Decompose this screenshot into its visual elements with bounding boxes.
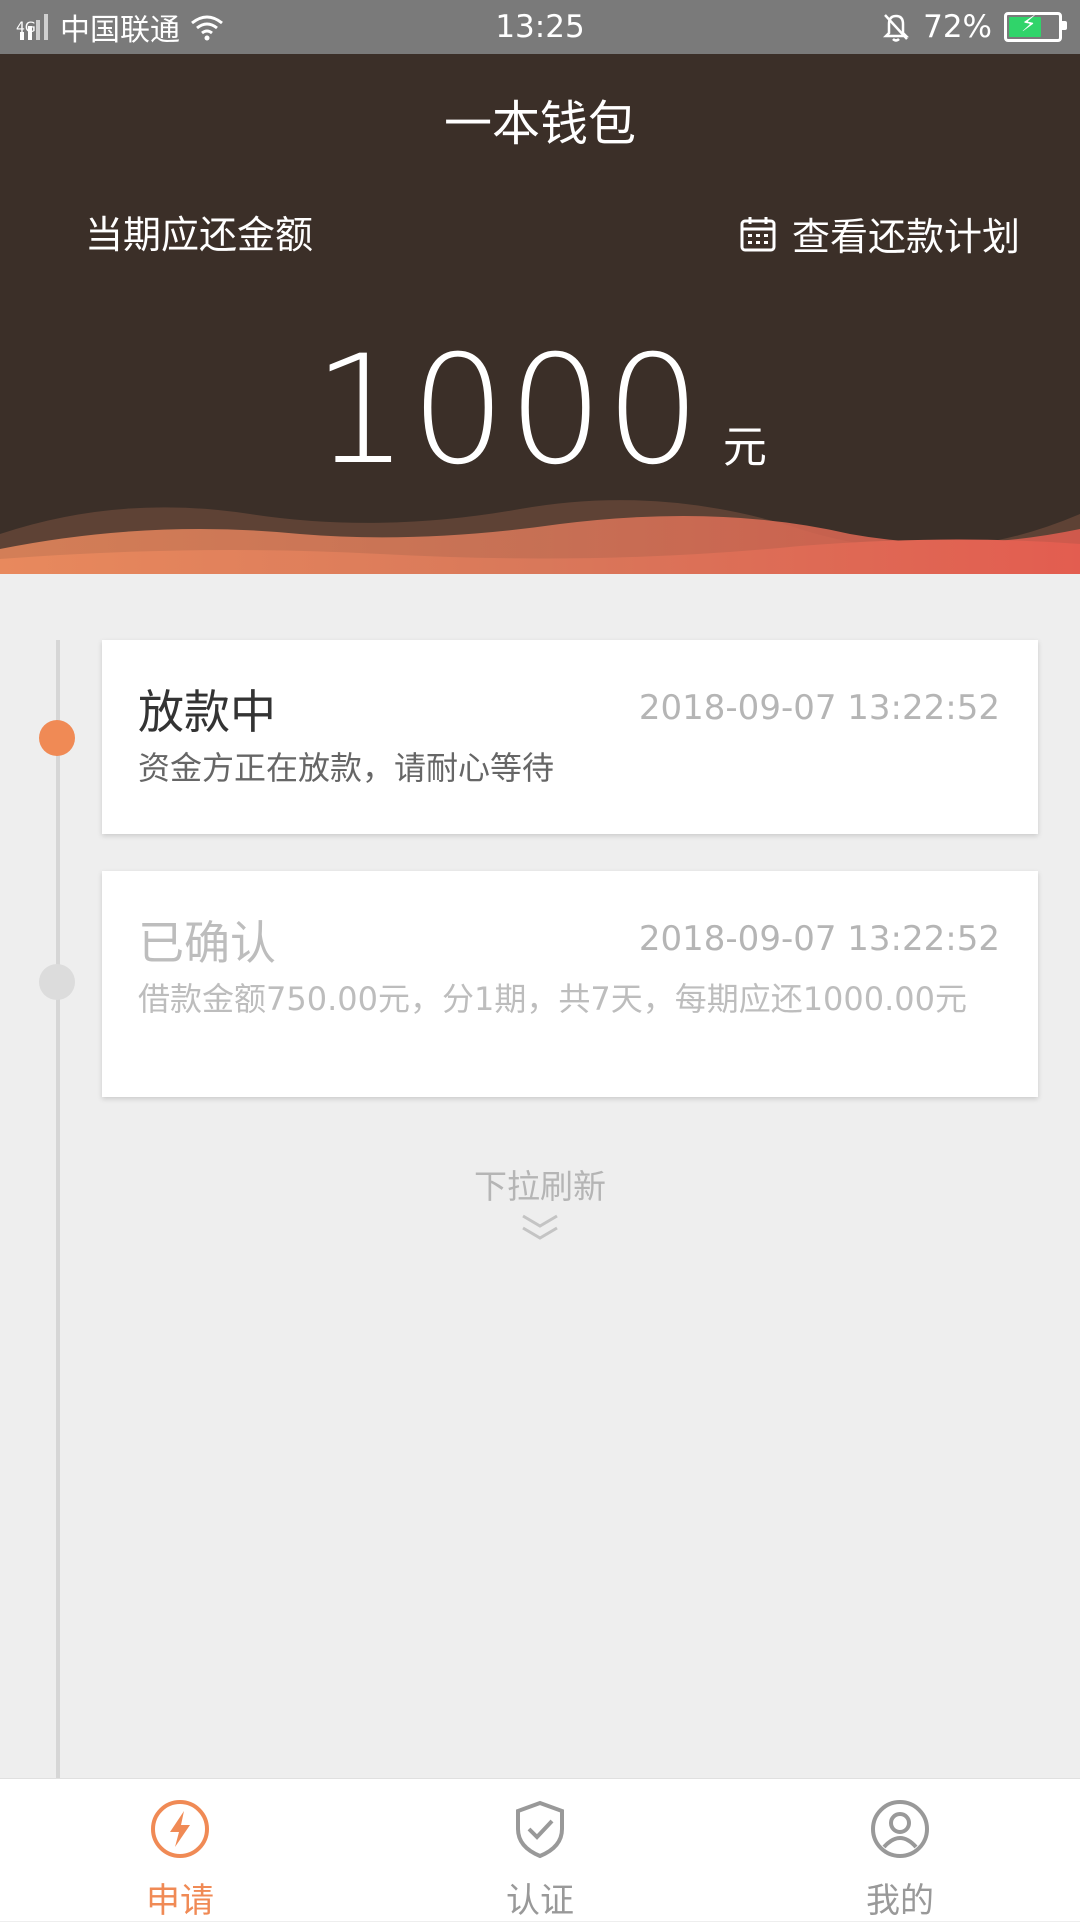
shield-check-icon <box>516 1800 564 1859</box>
status-time: 2018-09-07 13:22:52 <box>638 688 1000 728</box>
bottom-tab-bar: 申请 认证 我的 <box>0 1778 1080 1921</box>
battery-icon: ⚡ <box>1004 12 1067 42</box>
timeline-line <box>56 640 60 1780</box>
tab-apply[interactable]: 申请 <box>80 1779 280 1921</box>
page-title: 一本钱包 <box>443 96 636 152</box>
status-title: 已确认 <box>138 916 276 970</box>
header-wave-decoration <box>0 500 1080 574</box>
tab-mine[interactable]: 我的 <box>800 1779 1000 1921</box>
tab-verify[interactable]: 认证 <box>440 1779 640 1921</box>
repayment-header: 一本钱包 当期应还金额 查看还款计划 1000 元 <box>0 54 1080 574</box>
due-amount-label: 当期应还金额 <box>85 213 314 257</box>
double-chevron-down-icon <box>522 1214 558 1240</box>
status-title: 放款中 <box>138 685 276 739</box>
calendar-icon <box>740 216 776 251</box>
view-repayment-plan-link[interactable]: 查看还款计划 <box>738 206 1020 261</box>
user-icon <box>871 1800 929 1858</box>
status-right: 72% ⚡ <box>881 0 1067 54</box>
pull-to-refresh-label: 下拉刷新 <box>474 1167 606 1206</box>
status-description: 借款金额750.00元，分1期，共7天，每期应还1000.00元 <box>138 980 968 1018</box>
lightning-icon <box>151 1800 209 1858</box>
due-amount-value: 1000 <box>313 324 703 498</box>
tab-label: 认证 <box>506 1881 574 1921</box>
tab-label: 我的 <box>866 1881 934 1921</box>
view-repayment-plan-label: 查看还款计划 <box>791 215 1020 259</box>
battery-percent: 72% <box>923 9 992 45</box>
status-time: 2018-09-07 13:22:52 <box>638 919 1000 959</box>
status-bar: 4G 中国联通 13:25 72% ⚡ <box>0 0 1080 54</box>
timeline-dot-inactive <box>39 964 75 1000</box>
charging-icon: ⚡ <box>1021 12 1037 37</box>
timeline-dot-active <box>39 720 75 756</box>
due-amount-unit: 元 <box>722 422 767 473</box>
status-description: 资金方正在放款，请耐心等待 <box>138 749 555 787</box>
status-card-disbursing: 放款中 2018-09-07 13:22:52 资金方正在放款，请耐心等待 <box>102 640 1038 834</box>
due-amount: 1000 元 <box>0 324 1080 498</box>
bell-muted-icon <box>883 14 910 42</box>
status-card-confirmed: 已确认 2018-09-07 13:22:52 借款金额750.00元，分1期，… <box>102 871 1038 1097</box>
tab-label: 申请 <box>146 1881 214 1921</box>
